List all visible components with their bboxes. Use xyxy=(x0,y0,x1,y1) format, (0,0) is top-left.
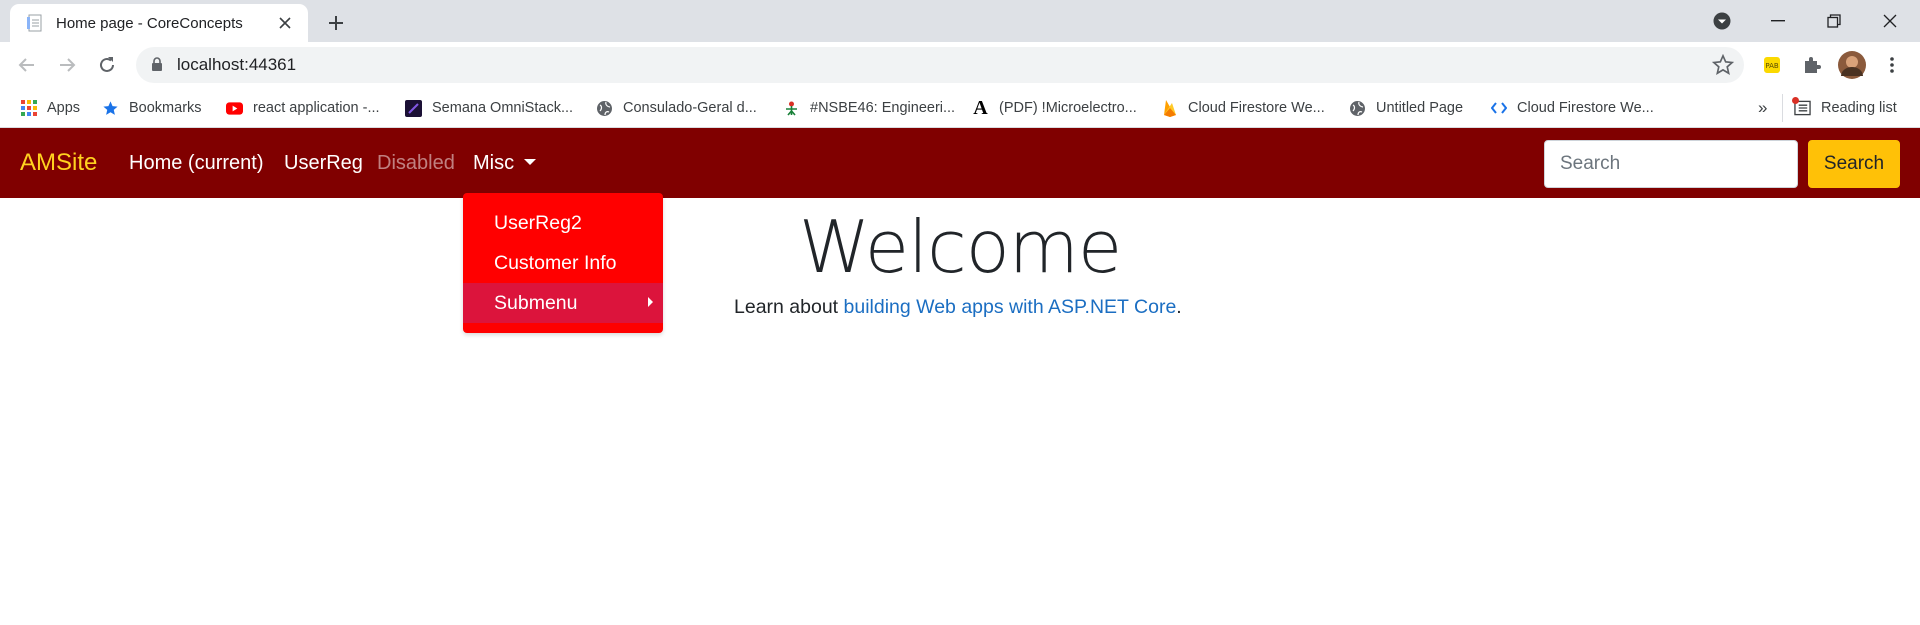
bookmark-pdf-microelectro[interactable]: A (PDF) !Microelectro... xyxy=(972,97,1137,119)
reading-list-icon xyxy=(1792,96,1811,117)
youtube-icon xyxy=(226,100,243,117)
star-icon xyxy=(102,100,119,117)
nav-misc-dropdown[interactable]: Misc xyxy=(473,152,537,175)
code-icon xyxy=(1490,100,1507,117)
bookmark-label: Cloud Firestore We... xyxy=(1517,100,1654,116)
dropdown-item-submenu[interactable]: Submenu xyxy=(463,283,663,323)
bookmark-bookmarks[interactable]: Bookmarks xyxy=(102,97,202,119)
bookmark-untitled-page[interactable]: Untitled Page xyxy=(1349,97,1463,119)
caret-right-icon xyxy=(648,297,653,307)
aspnet-docs-link[interactable]: building Web apps with ASP.NET Core xyxy=(844,296,1177,318)
puzzle-icon[interactable] xyxy=(1798,51,1826,79)
extension-icon[interactable]: PAB xyxy=(1758,51,1786,79)
close-tab-icon[interactable] xyxy=(274,12,296,34)
lock-icon xyxy=(152,57,162,71)
svg-text:PAB: PAB xyxy=(1765,62,1779,70)
tab-title: Home page - CoreConcepts xyxy=(56,14,243,32)
bookmarks-bar: Apps Bookmarks react application -... Se… xyxy=(0,88,1920,128)
bookmark-label: Untitled Page xyxy=(1376,100,1464,116)
bookmarks-divider xyxy=(1782,94,1783,122)
submenu-label: Submenu xyxy=(494,291,578,314)
reading-list-label: Reading list xyxy=(1821,100,1897,116)
globe-icon xyxy=(596,100,613,117)
new-tab-icon[interactable] xyxy=(322,9,350,37)
page-title: Welcome xyxy=(798,205,1122,289)
forward-icon[interactable] xyxy=(51,49,83,81)
search-input[interactable] xyxy=(1544,140,1798,188)
tab-strip: Home page - CoreConcepts xyxy=(0,0,1920,42)
kebab-menu-icon[interactable] xyxy=(1878,51,1906,79)
bookmark-star-icon[interactable] xyxy=(1712,54,1734,76)
reading-list-button[interactable]: Reading list xyxy=(1792,96,1897,119)
lead-text: Learn about building Web apps with ASP.N… xyxy=(734,296,1182,319)
minimize-icon[interactable] xyxy=(1750,0,1806,42)
search-button[interactable]: Search xyxy=(1808,140,1900,188)
tab-search-icon[interactable] xyxy=(1694,0,1750,42)
browser-toolbar: localhost:44361 PAB xyxy=(0,42,1920,88)
bookmark-semana-omnistack[interactable]: Semana OmniStack... xyxy=(405,97,573,119)
bookmark-label: react application -... xyxy=(253,100,380,116)
bookmark-label: Consulado-Geral d... xyxy=(623,100,757,116)
bookmark-label: Cloud Firestore We... xyxy=(1188,100,1325,116)
bookmark-apps[interactable]: Apps xyxy=(20,97,80,119)
page-icon xyxy=(27,14,42,32)
reload-icon[interactable] xyxy=(91,49,123,81)
academia-icon: A xyxy=(973,96,988,119)
lead-suffix: . xyxy=(1176,296,1182,318)
apps-grid-icon xyxy=(20,100,37,117)
nsbe-icon xyxy=(783,100,800,117)
nav-disabled: Disabled xyxy=(377,152,455,174)
bookmark-cloud-firestore-2[interactable]: Cloud Firestore We... xyxy=(1490,97,1654,119)
lead-prefix: Learn about xyxy=(734,296,844,318)
close-window-icon[interactable] xyxy=(1862,0,1918,42)
bookmark-label: #NSBE46: Engineeri... xyxy=(810,100,956,116)
globe-icon xyxy=(1349,100,1366,117)
caret-down-icon xyxy=(524,159,537,165)
bookmark-label: Semana OmniStack... xyxy=(432,100,574,116)
browser-tab[interactable]: Home page - CoreConcepts xyxy=(10,4,308,42)
avatar[interactable] xyxy=(1838,51,1866,79)
restore-icon[interactable] xyxy=(1806,0,1862,42)
nav-misc-label: Misc xyxy=(473,152,515,174)
bookmark-cloud-firestore-1[interactable]: Cloud Firestore We... xyxy=(1161,97,1325,119)
bookmark-label: Bookmarks xyxy=(129,100,202,116)
nav-home[interactable]: Home (current) xyxy=(129,152,263,175)
back-icon[interactable] xyxy=(11,49,43,81)
more-bookmarks-icon[interactable]: » xyxy=(1758,97,1767,119)
brand-link[interactable]: AMSite xyxy=(20,149,97,177)
nav-userreg[interactable]: UserReg xyxy=(284,152,363,175)
bookmark-nsbe46[interactable]: #NSBE46: Engineeri... xyxy=(783,97,955,119)
address-bar[interactable]: localhost:44361 xyxy=(136,47,1744,83)
url-text: localhost:44361 xyxy=(177,55,297,74)
bookmark-label: Apps xyxy=(47,100,81,116)
bookmark-react-application[interactable]: react application -... xyxy=(226,97,380,119)
bookmark-consulado-geral[interactable]: Consulado-Geral d... xyxy=(596,97,757,119)
firebase-icon xyxy=(1161,100,1178,117)
bookmark-label: (PDF) !Microelectro... xyxy=(999,100,1137,116)
site-navbar: AMSite Home (current) UserReg Disabled M… xyxy=(0,128,1920,198)
omnistack-icon xyxy=(405,99,422,117)
notification-dot xyxy=(1792,96,1799,104)
